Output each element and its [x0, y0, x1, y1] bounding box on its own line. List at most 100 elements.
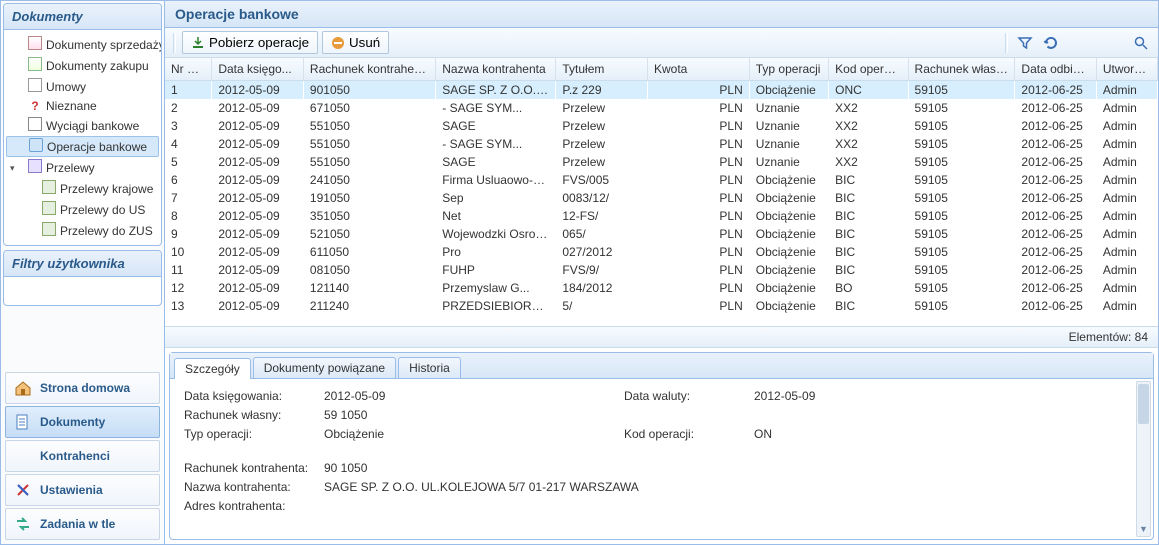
filter-icon[interactable] [1014, 33, 1036, 53]
tree-node[interactable]: Umowy [6, 76, 159, 97]
cell: BIC [829, 189, 908, 207]
bg-icon [14, 515, 32, 533]
detail-tab[interactable]: Dokumenty powiązane [253, 357, 396, 378]
table-row[interactable]: 112012-05-09081050FUHPFVS/9/PLNObciążeni… [165, 261, 1158, 279]
documents-panel-header: Dokumenty [4, 4, 161, 30]
tree-node[interactable]: Przelewy krajowe [6, 178, 159, 199]
column-header[interactable]: Nr por... [165, 58, 212, 81]
nav-label: Dokumenty [40, 415, 105, 429]
table-row[interactable]: 132012-05-09211240PRZEDSIEBIORS...5/PLNO… [165, 297, 1158, 315]
cell: 2012-06-25 [1015, 135, 1096, 153]
nav-settings-button[interactable]: Ustawienia [5, 474, 160, 506]
cell: PLN [647, 99, 749, 117]
cell: 2012-06-25 [1015, 99, 1096, 117]
cell: Admin [1096, 243, 1157, 261]
column-header[interactable]: Data odbioru [1015, 58, 1096, 81]
table-row[interactable]: 122012-05-09121140Przemyslaw G...184/201… [165, 279, 1158, 297]
table-row[interactable]: 72012-05-09191050Sep0083/12/PLNObciążeni… [165, 189, 1158, 207]
delete-button[interactable]: Usuń [322, 31, 389, 54]
column-header[interactable]: Data księgo... [212, 58, 304, 81]
cell: 2012-05-09 [212, 99, 304, 117]
scroll-thumb[interactable] [1138, 384, 1149, 424]
cell: Obciążenie [749, 297, 828, 315]
tree-node[interactable]: Dokumenty zakupu [6, 55, 159, 76]
cell: 211240 [303, 297, 435, 315]
table-row[interactable]: 12012-05-09901050SAGE SP. Z O.O. ...P.z … [165, 81, 1158, 100]
column-header[interactable]: Tytułem [556, 58, 648, 81]
cell: 13 [165, 297, 212, 315]
cell: 59105 [908, 81, 1015, 100]
detail-tab[interactable]: Szczegóły [174, 358, 251, 379]
table-scroll[interactable]: Nr por...Data księgo...Rachunek kontrahe… [165, 58, 1158, 327]
toolbar: Pobierz operacje Usuń [165, 28, 1158, 58]
column-header[interactable]: Rachunek kontrahenta [303, 58, 435, 81]
nav-contractors-button[interactable]: Kontrahenci [5, 440, 160, 472]
cell: Admin [1096, 261, 1157, 279]
table-row[interactable]: 22012-05-09671050- SAGE SYM...PrzelewPLN… [165, 99, 1158, 117]
refresh-icon[interactable] [1040, 33, 1062, 53]
table-row[interactable]: 42012-05-09551050- SAGE SYM...PrzelewPLN… [165, 135, 1158, 153]
tree-node[interactable]: Przelewy do US [6, 199, 159, 220]
tree-node[interactable]: Przelewy do ZUS [6, 220, 159, 241]
cell: 11 [165, 261, 212, 279]
tree-node[interactable]: ▾ Przelewy [6, 157, 159, 178]
doc-sale-icon [28, 36, 42, 53]
cell: 2012-06-25 [1015, 297, 1096, 315]
column-header[interactable]: Kwota [647, 58, 749, 81]
delete-label: Usuń [349, 35, 380, 50]
nav-bg-button[interactable]: Zadania w tle [5, 508, 160, 540]
cell: Obciążenie [749, 261, 828, 279]
cell: 065/ [556, 225, 648, 243]
cell: 2012-06-25 [1015, 279, 1096, 297]
cell: 2012-05-09 [212, 171, 304, 189]
sidebar: Dokumenty Dokumenty sprzedaży Dokumenty z… [1, 1, 165, 544]
table-row[interactable]: 32012-05-09551050SAGEPrzelewPLNUznanieXX… [165, 117, 1158, 135]
fetch-operations-button[interactable]: Pobierz operacje [182, 31, 318, 54]
tree-node[interactable]: Wyciągi bankowe [6, 115, 159, 136]
column-header[interactable]: Utworzo... [1096, 58, 1157, 81]
cell: 59105 [908, 279, 1015, 297]
settings-icon [14, 481, 32, 499]
cell: 2012-06-25 [1015, 153, 1096, 171]
tree-node[interactable]: Dokumenty sprzedaży [6, 34, 159, 55]
cell: 59105 [908, 297, 1015, 315]
cell: 8 [165, 207, 212, 225]
scroll-down-icon[interactable]: ▼ [1137, 522, 1150, 536]
cell: PLN [647, 81, 749, 100]
tree-node[interactable]: ?Nieznane [6, 97, 159, 115]
app-root: Dokumenty Dokumenty sprzedaży Dokumenty z… [0, 0, 1159, 545]
column-header[interactable]: Nazwa kontrahenta [436, 58, 556, 81]
cell: PLN [647, 135, 749, 153]
tree-node[interactable]: Operacje bankowe [6, 136, 159, 157]
tree-node-label: Wyciągi bankowe [46, 119, 139, 133]
unknown-icon: ? [28, 99, 42, 113]
detail-value: 90 1050 [324, 461, 954, 475]
search-icon[interactable] [1130, 33, 1152, 53]
cell: 241050 [303, 171, 435, 189]
nav-label: Kontrahenci [40, 449, 110, 463]
column-header[interactable]: Typ operacji [749, 58, 828, 81]
toolbar-separator [1005, 33, 1008, 53]
column-header[interactable]: Kod operacji [829, 58, 908, 81]
table-row[interactable]: 62012-05-09241050Firma Usluaowo-Ha...FVS… [165, 171, 1158, 189]
detail-scrollbar[interactable]: ▲ ▼ [1136, 381, 1151, 537]
tree-node-label: Przelewy [46, 161, 95, 175]
table-body: 12012-05-09901050SAGE SP. Z O.O. ...P.z … [165, 81, 1158, 316]
cell: - SAGE SYM... [436, 135, 556, 153]
main-area: Operacje bankowe Pobierz operacje Usuń [165, 1, 1158, 544]
minus-icon [331, 36, 345, 50]
column-header[interactable]: Rachunek własny [908, 58, 1015, 81]
detail-value: 59 1050 [324, 408, 624, 422]
expander-icon[interactable]: ▾ [10, 163, 20, 173]
table-row[interactable]: 102012-05-09611050Pro027/2012PLNObciążen… [165, 243, 1158, 261]
table-row[interactable]: 52012-05-09551050SAGEPrzelewPLNUznanieXX… [165, 153, 1158, 171]
details-panel: SzczegółyDokumenty powiązaneHistoria Dat… [169, 352, 1154, 540]
table-row[interactable]: 82012-05-09351050Net12-FS/PLNObciążenieB… [165, 207, 1158, 225]
nav-docs-button[interactable]: Dokumenty [5, 406, 160, 438]
detail-tab[interactable]: Historia [398, 357, 461, 378]
tree-node-label: Dokumenty sprzedaży [46, 38, 162, 52]
cell: 2012-06-25 [1015, 189, 1096, 207]
cell: Net [436, 207, 556, 225]
table-row[interactable]: 92012-05-09521050Wojewodzki Osrod...065/… [165, 225, 1158, 243]
nav-home-button[interactable]: Strona domowa [5, 372, 160, 404]
